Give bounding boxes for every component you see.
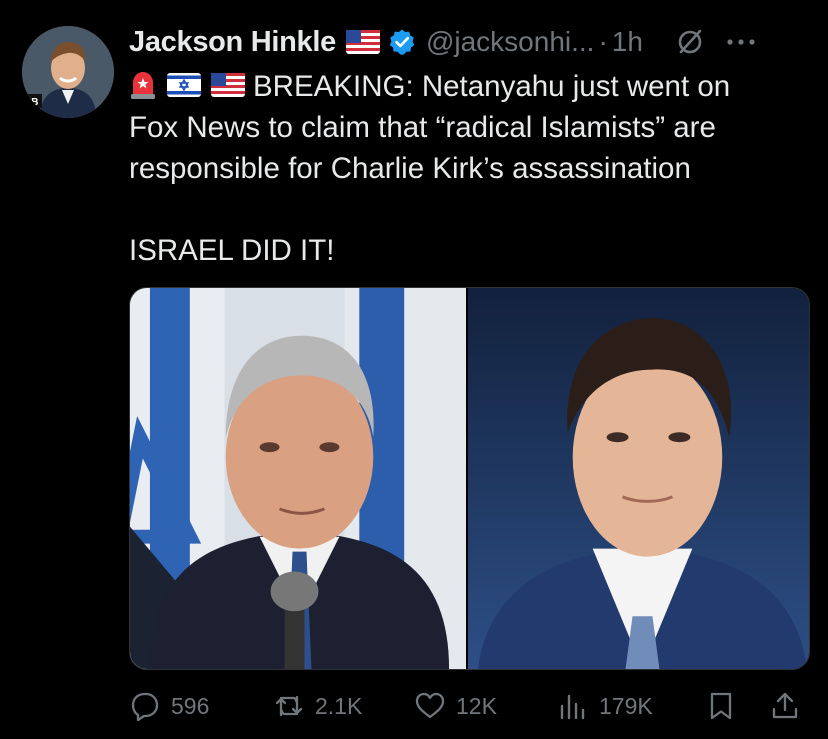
media-photo-right[interactable] <box>468 288 809 669</box>
us-flag-icon <box>345 30 380 54</box>
media-grid <box>129 287 810 670</box>
bookmark-button[interactable] <box>705 686 737 726</box>
action-bar: 596 2.1K 12K 179K <box>129 686 809 726</box>
bookmark-icon <box>710 692 732 720</box>
verified-badge-icon[interactable] <box>388 28 416 56</box>
like-count: 12K <box>456 692 497 719</box>
israel-flag-icon <box>167 73 201 97</box>
reply-icon <box>131 692 159 722</box>
timestamp[interactable]: 1h <box>612 26 643 58</box>
tweet-line-1-text: BREAKING: Netanyahu just went on <box>253 70 731 103</box>
avatar-monogram: HB <box>24 97 38 108</box>
avatar[interactable]: HB <box>22 26 114 118</box>
reply-button[interactable]: 596 <box>129 686 209 726</box>
reply-count: 596 <box>171 692 210 719</box>
tweet-line-2: Fox News to claim that “radical Islamist… <box>129 111 716 144</box>
repost-count: 2.1K <box>315 692 363 719</box>
display-name[interactable]: Jackson Hinkle <box>129 26 336 59</box>
share-icon <box>772 692 798 719</box>
tweet-line-3: responsible for Charlie Kirk’s assassina… <box>129 152 691 185</box>
grok-icon[interactable] <box>675 27 705 57</box>
views-button[interactable]: 179K <box>557 686 653 726</box>
heart-icon <box>415 692 445 719</box>
tweet-line-1: BREAKING: Netanyahu just went on <box>129 66 809 107</box>
more-icon[interactable] <box>725 37 757 47</box>
tweet-line-4: ISRAEL DID IT! <box>129 234 335 267</box>
share-button[interactable] <box>769 686 801 726</box>
tweet-text: BREAKING: Netanyahu just went on Fox New… <box>129 66 809 271</box>
author-handle[interactable]: @jacksonhi... <box>426 26 595 58</box>
views-icon <box>560 694 585 720</box>
repost-icon <box>275 695 303 717</box>
siren-icon <box>131 72 155 99</box>
repost-button[interactable]: 2.1K <box>273 686 362 726</box>
tweet-header: Jackson Hinkle @jacksonhi... · 1h <box>129 22 808 62</box>
us-flag-icon <box>211 73 245 97</box>
emoji-group <box>129 70 245 100</box>
separator-dot: · <box>598 26 608 57</box>
like-button[interactable]: 12K <box>414 686 497 726</box>
views-count: 179K <box>599 692 653 719</box>
media-photo-left[interactable] <box>130 288 466 669</box>
